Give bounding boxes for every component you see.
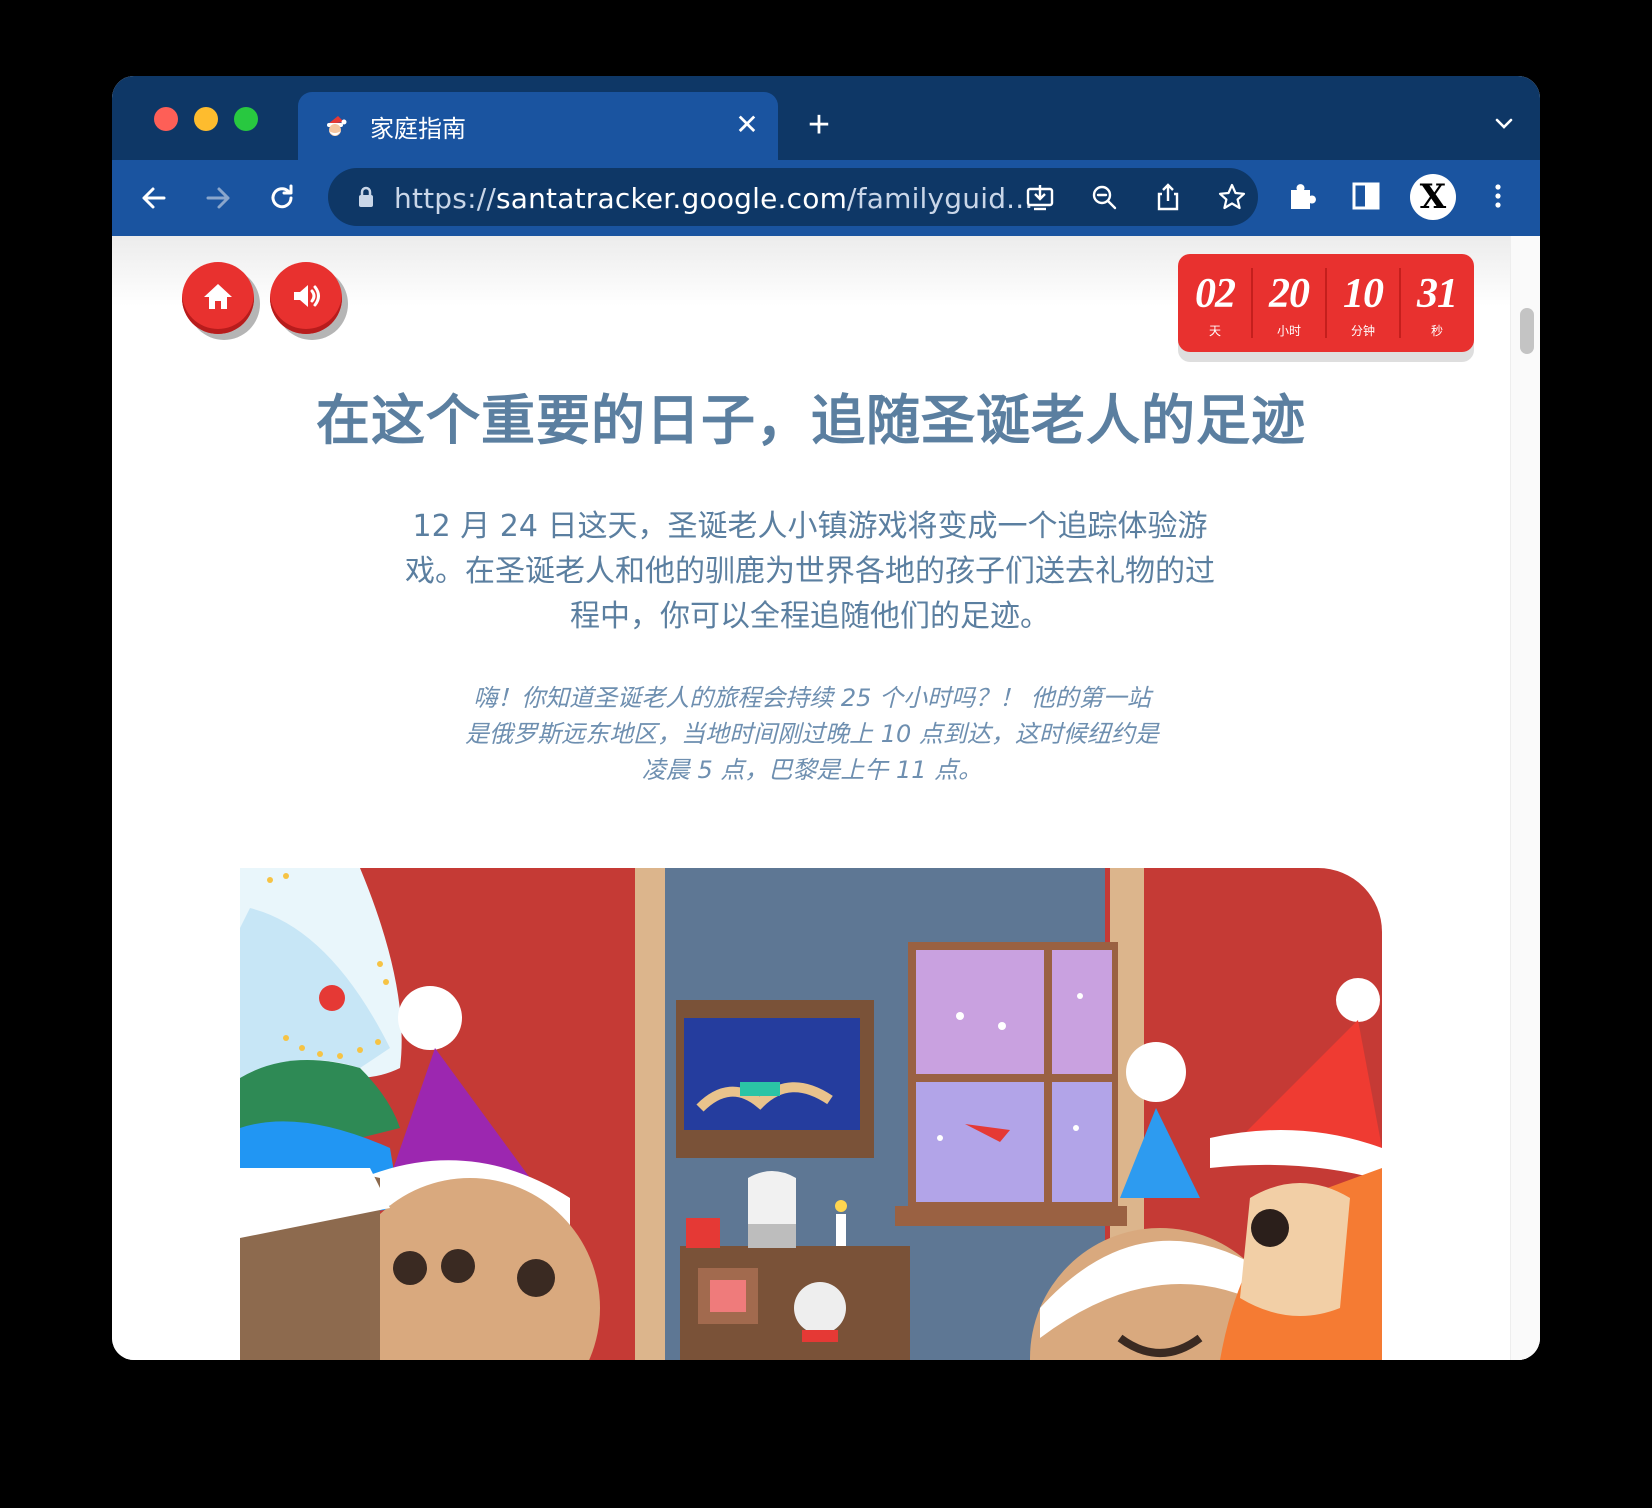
- puzzle-icon[interactable]: [1284, 178, 1320, 214]
- santa-favicon: [327, 116, 347, 136]
- reload-icon[interactable]: [262, 178, 302, 218]
- page-content: 02 天 20 小时 10 分钟 31 秒 在这个重要的日子，追随圣诞老人的足迹…: [112, 236, 1540, 1360]
- intro-paragraph: 12 月 24 日这天，圣诞老人小镇游戏将变成一个追踪体验游戏。在圣诞老人和他的…: [405, 509, 1215, 634]
- browser-toolbar: https://santatracker.google.com/familygu…: [112, 160, 1540, 236]
- avatar[interactable]: X: [1410, 174, 1456, 220]
- fun-fact: 嗨！你知道圣诞老人的旅程会持续 25 个小时吗？！ 他的第一站是俄罗斯远东地区，…: [465, 684, 1159, 784]
- countdown-timer: 02 天 20 小时 10 分钟 31 秒: [1178, 254, 1474, 352]
- close-icon[interactable]: ✕: [732, 110, 762, 140]
- sound-button[interactable]: [270, 262, 342, 334]
- countdown-days: 02 天: [1195, 271, 1236, 338]
- kebab-menu-icon[interactable]: [1480, 178, 1516, 214]
- countdown-hours: 20 小时: [1269, 271, 1310, 338]
- countdown-minutes: 10 分钟: [1343, 271, 1384, 338]
- elf-room-illustration: [240, 868, 1382, 1360]
- url-text[interactable]: https://santatracker.google.com/familygu…: [394, 182, 1033, 215]
- countdown-seconds: 31 秒: [1417, 271, 1458, 338]
- forward-arrow-icon[interactable]: [198, 178, 238, 218]
- back-arrow-icon[interactable]: [134, 178, 174, 218]
- minimize-window-button[interactable]: [194, 107, 218, 131]
- address-bar[interactable]: https://santatracker.google.com/familygu…: [328, 168, 1258, 226]
- scrollbar[interactable]: [1510, 236, 1540, 1360]
- close-window-button[interactable]: [154, 107, 178, 131]
- zoom-out-icon[interactable]: [1088, 181, 1120, 213]
- plus-icon[interactable]: +: [802, 106, 836, 144]
- speaker-icon: [294, 285, 320, 307]
- share-icon[interactable]: [1152, 181, 1184, 213]
- chevron-down-icon[interactable]: [1492, 112, 1516, 136]
- maximize-window-button[interactable]: [234, 107, 258, 131]
- illustration-art: [240, 868, 1382, 1360]
- tab-active[interactable]: 家庭指南 ✕: [298, 92, 778, 160]
- browser-window: 家庭指南 ✕ + https://santatracker.google.com…: [112, 76, 1540, 1360]
- tab-strip: 家庭指南 ✕ +: [112, 76, 1540, 160]
- scrollbar-thumb[interactable]: [1520, 308, 1534, 354]
- sidebar-icon[interactable]: [1348, 178, 1384, 214]
- star-icon[interactable]: [1216, 181, 1248, 213]
- install-icon[interactable]: [1024, 181, 1056, 213]
- page-title: 在这个重要的日子，追随圣诞老人的足迹: [316, 389, 1306, 452]
- home-button[interactable]: [182, 262, 254, 334]
- tab-title: 家庭指南: [370, 115, 466, 143]
- lock-icon[interactable]: [350, 181, 382, 213]
- home-icon: [204, 284, 232, 309]
